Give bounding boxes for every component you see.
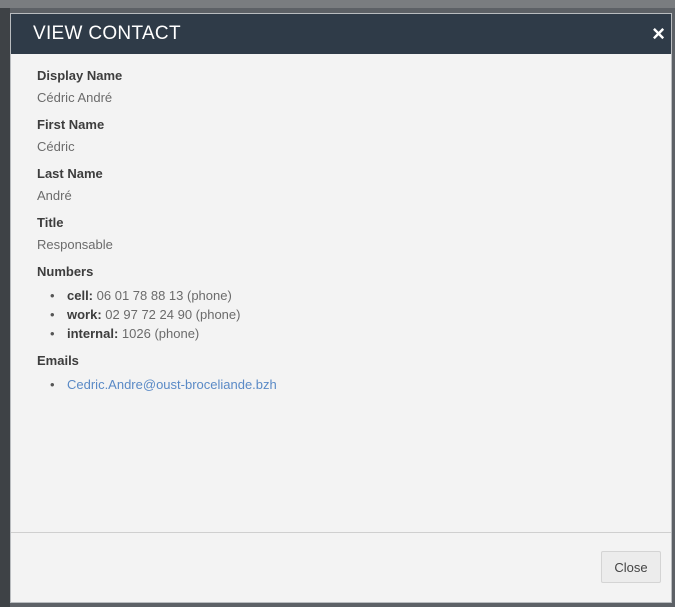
numbers-list: cell: 06 01 78 88 13 (phone) work: 02 97… [37,288,671,341]
number-value: 1026 (phone) [121,326,200,341]
emails-label: Emails [37,353,79,368]
display-name-value: Cédric André [37,90,113,105]
display-name-field: Display Name Cédric André [37,68,671,105]
title-label: Title [37,215,64,230]
page-backdrop [0,0,675,8]
numbers-label: Numbers [37,264,94,279]
dialog-footer: Close [11,532,671,602]
number-type: work: [67,307,102,322]
emails-list: Cedric.Andre@oust-broceliande.bzh [37,377,671,392]
first-name-field: First Name Cédric [37,117,671,154]
dialog-title: VIEW CONTACT [33,23,181,44]
last-name-value: André [37,188,72,203]
numbers-field: Numbers cell: 06 01 78 88 13 (phone) wor… [37,264,671,341]
last-name-label: Last Name [37,166,103,181]
list-item: internal: 1026 (phone) [50,326,671,341]
emails-field: Emails Cedric.Andre@oust-broceliande.bzh [37,353,671,392]
list-item: work: 02 97 72 24 90 (phone) [50,307,671,322]
number-type: cell: [67,288,94,303]
list-item: Cedric.Andre@oust-broceliande.bzh [50,377,671,392]
first-name-label: First Name [37,117,105,132]
close-button[interactable]: Close [601,551,661,583]
dialog-header: VIEW CONTACT × [11,14,671,54]
first-name-value: Cédric [37,139,75,154]
title-value: Responsable [37,237,113,252]
number-value: 02 97 72 24 90 (phone) [105,307,241,322]
last-name-field: Last Name André [37,166,671,203]
title-field: Title Responsable [37,215,671,252]
page-left-edge [0,8,10,607]
display-name-label: Display Name [37,68,123,83]
list-item: cell: 06 01 78 88 13 (phone) [50,288,671,303]
email-link[interactable]: Cedric.Andre@oust-broceliande.bzh [67,377,277,392]
view-contact-dialog: VIEW CONTACT × Display Name Cédric André… [10,13,672,603]
dialog-body: Display Name Cédric André First Name Céd… [11,54,671,392]
number-value: 06 01 78 88 13 (phone) [96,288,232,303]
number-type: internal: [67,326,119,341]
close-icon[interactable]: × [652,23,665,45]
